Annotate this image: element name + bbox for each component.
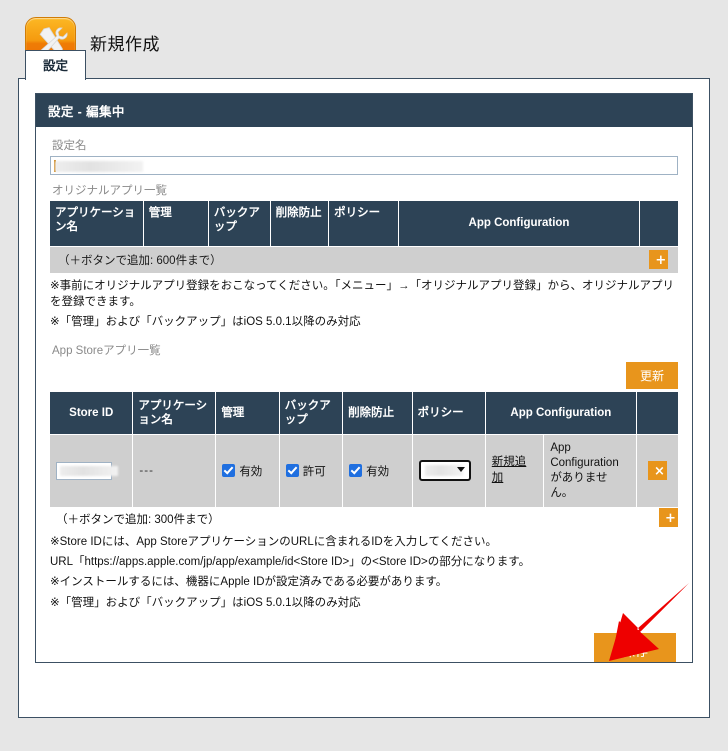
setting-name-input[interactable] xyxy=(50,156,678,175)
column-header-backup: バックアップ xyxy=(208,201,271,246)
add-hint-text: （＋ボタンで追加: 600件まで） xyxy=(50,245,640,273)
column-header-policy: ポリシー xyxy=(328,201,399,246)
save-button-row: 保存 xyxy=(50,633,678,662)
add-original-app-button[interactable]: + xyxy=(649,250,669,269)
setting-name-label: 設定名 xyxy=(52,140,87,152)
tab-settings[interactable]: 設定 xyxy=(25,50,87,80)
table-header-row: アプリケーション名 管理 バックアップ 削除防止 ポリシー App Config… xyxy=(50,201,678,246)
note-text: ※「管理」および「バックアップ」はiOS 5.0.1以降のみ対応 xyxy=(50,316,361,329)
update-button-row: 更新 xyxy=(50,362,678,390)
delete-row-button[interactable]: × xyxy=(647,461,667,481)
store-apps-table: Store ID アプリケーション名 管理 バックアップ 削除防止 ポリシー A… xyxy=(50,392,678,507)
main-panel: 設定 設定 - 編集中 設定名 オリジナルアプリ一覧 アプリケーション名 管理 … xyxy=(18,50,710,718)
table-add-row: （＋ボタンで追加: 600件まで） + xyxy=(50,245,678,273)
add-hint-text: （＋ボタンで追加: 300件まで） xyxy=(56,513,220,526)
save-button[interactable]: 保存 xyxy=(593,633,676,662)
policy-select[interactable] xyxy=(418,460,471,482)
table-header-row: Store ID アプリケーション名 管理 バックアップ 削除防止 ポリシー A… xyxy=(50,392,678,435)
manage-checkbox-label: 有効 xyxy=(239,465,263,478)
backup-checkbox-label: 許可 xyxy=(302,465,326,478)
column-header-actions xyxy=(636,392,678,435)
tab-strip: 設定 xyxy=(25,50,87,80)
backup-checkbox[interactable] xyxy=(285,464,299,478)
column-header-prevent-delete: 削除防止 xyxy=(270,201,330,246)
app-configuration-message: App Configurationがありません。 xyxy=(543,433,637,507)
column-header-store-id: Store ID xyxy=(50,392,134,435)
app-name-value: --- xyxy=(132,433,217,507)
original-apps-notes: ※事前にオリジナルアプリ登録をおこなってください。「メニュー」→「オリジナルアプ… xyxy=(50,278,678,331)
chevron-down-icon xyxy=(456,467,465,473)
store-apps-notes: ※Store IDには、App StoreアプリケーションのURLに含まれるID… xyxy=(50,534,678,611)
column-header-app-name: アプリケーション名 xyxy=(132,392,217,435)
add-store-app-button[interactable]: + xyxy=(659,508,678,528)
card-header-title: 設定 - 編集中 xyxy=(36,94,692,127)
column-header-backup: バックアップ xyxy=(279,392,344,435)
add-app-configuration-link[interactable]: 新規追加 xyxy=(492,455,538,486)
column-header-app-configuration: App Configuration xyxy=(485,392,637,435)
update-button[interactable]: 更新 xyxy=(625,362,678,390)
prevent-delete-checkbox[interactable] xyxy=(349,464,363,478)
column-header-manage: 管理 xyxy=(215,392,280,435)
settings-card: 設定 - 編集中 設定名 オリジナルアプリ一覧 アプリケーション名 管理 バック… xyxy=(35,93,693,663)
column-header-prevent-delete: 削除防止 xyxy=(342,392,413,435)
page-title: 新規作成 xyxy=(90,34,160,54)
redacted-value xyxy=(55,161,143,172)
card-body: 設定名 オリジナルアプリ一覧 アプリケーション名 管理 バックアップ 削除防止 … xyxy=(36,127,692,662)
table-row: --- 有効 許可 有効 新規追加 App Configurationがありませ… xyxy=(50,433,678,507)
original-apps-table: アプリケーション名 管理 バックアップ 削除防止 ポリシー App Config… xyxy=(50,201,678,273)
store-apps-label: App Storeアプリ一覧 xyxy=(52,345,161,358)
note-text: ※インストールするには、機器にApple IDが設定済みである必要があります。 xyxy=(50,576,448,589)
manage-checkbox[interactable] xyxy=(222,464,236,478)
column-header-app-configuration: App Configuration xyxy=(398,201,641,246)
store-id-input[interactable] xyxy=(56,461,118,480)
original-apps-label: オリジナルアプリ一覧 xyxy=(52,185,167,197)
note-text: ※「管理」および「バックアップ」はiOS 5.0.1以降のみ対応 xyxy=(50,596,361,609)
column-header-actions xyxy=(639,201,678,246)
note-text: ※Store IDには、App StoreアプリケーションのURLに含まれるID… xyxy=(50,535,498,548)
prevent-delete-checkbox-label: 有効 xyxy=(366,465,390,478)
note-text: URL「https://apps.apple.com/jp/app/exampl… xyxy=(50,556,531,569)
column-header-policy: ポリシー xyxy=(412,392,486,435)
page-header: 新規作成 xyxy=(0,0,728,70)
column-header-manage: 管理 xyxy=(143,201,209,246)
note-text: ※事前にオリジナルアプリ登録をおこなってください。「メニュー」→「オリジナルアプ… xyxy=(50,279,674,308)
redacted-value xyxy=(60,465,118,476)
column-header-app-name: アプリケーション名 xyxy=(50,201,144,246)
